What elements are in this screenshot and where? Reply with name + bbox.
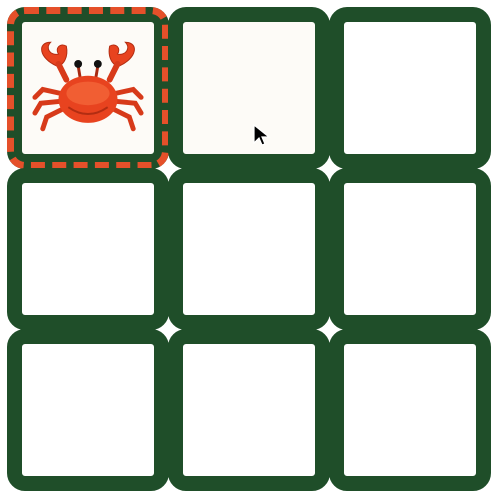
tile-r2-c2[interactable] [168,168,330,330]
tile-r2-c3[interactable] [329,168,491,330]
tile-r3-c2[interactable] [168,329,330,491]
tile-r3-c1[interactable] [7,329,169,491]
tile-r1-c1[interactable] [7,7,169,169]
tile-r2-c1[interactable] [7,168,169,330]
tile-r1-c2[interactable] [168,7,330,169]
tile-r3-c3[interactable] [329,329,491,491]
crab-icon [32,41,144,132]
memory-game-board [0,0,500,503]
tile-r1-c3[interactable] [329,7,491,169]
